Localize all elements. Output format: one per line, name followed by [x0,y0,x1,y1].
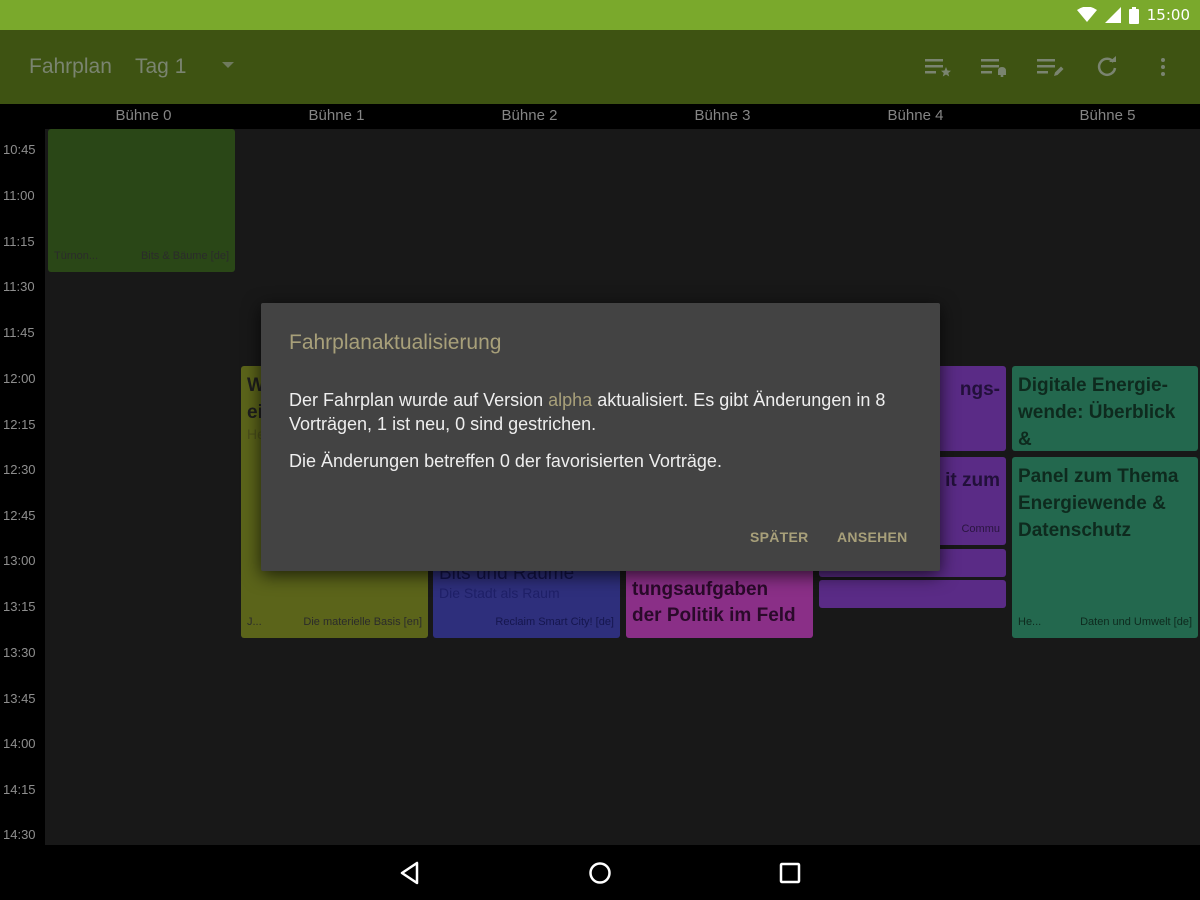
view-button[interactable]: ANSEHEN [837,529,908,545]
favorites-list-icon [925,59,951,77]
time-column: 10:45 11:00 11:15 11:30 11:45 12:00 12:1… [0,129,45,845]
event-subtitle: Die Stadt als Raum [439,585,560,601]
time-label: 12:00 [3,371,36,386]
update-dialog: Fahrplanaktualisierung Der Fahrplan wurd… [261,303,940,571]
stage-label: Bühne 2 [501,107,558,124]
time-label: 14:30 [3,827,36,842]
favorites-list-button[interactable] [924,54,954,80]
event-title: Digitale Energie- wende: Überblick & Ele… [1018,375,1176,450]
event-speaker: J... [247,616,262,628]
event-title: tungsaufgaben der Politik im Feld [632,579,796,626]
changes-list-button[interactable] [1036,54,1066,80]
time-label: 14:15 [3,782,36,797]
time-label: 13:00 [3,553,36,568]
event-track: Die materielle Basis [en] [303,616,422,628]
event-speaker: He... [1018,616,1042,628]
stage-label: Bühne 4 [887,107,944,124]
changes-list-icon [1037,59,1064,76]
navigation-bar [0,845,1200,900]
clock: 15:00 [1146,6,1190,24]
stage-label: Bühne 0 [115,107,172,124]
day-selector-label[interactable]: Tag 1 [135,55,186,79]
event-speaker: Türnon... [54,250,99,262]
stage-label: Bühne 1 [308,107,365,124]
signal-icon [1104,7,1121,23]
status-bar: 15:00 [0,0,1200,30]
event-card[interactable] [819,580,1006,608]
app-title: Fahrplan [29,55,112,78]
event-footer: J... Die materielle Basis [en] [247,616,422,628]
event-track: Reclaim Smart City! [de] [495,616,614,628]
dialog-message-part: Der Fahrplan wurde auf Version [289,390,549,410]
event-card[interactable]: Türnon... Bits & Bäume [de] [48,129,235,272]
time-label: 13:30 [3,645,36,660]
stage-label: Bühne 3 [694,107,751,124]
wifi-icon [1076,7,1097,22]
time-label: 10:45 [3,142,36,157]
time-label: 13:45 [3,691,36,706]
refresh-icon [1097,56,1117,77]
dropdown-arrow-icon[interactable] [222,62,234,69]
event-title: Panel zum Thema Energiewende & Datenschu… [1018,466,1179,541]
event-card[interactable]: Digitale Energie- wende: Überblick & Ele… [1012,366,1198,451]
overflow-menu-button[interactable] [1148,54,1178,80]
time-label: 11:15 [3,234,35,249]
event-track: Daten und Umwelt [de] [1080,616,1192,628]
stage-header: Bühne 0 Bühne 1 Bühne 2 Bühne 3 Bühne 4 … [0,104,1200,129]
time-label: 11:30 [3,279,35,294]
time-label: 14:00 [3,736,36,751]
recents-icon[interactable] [776,859,804,887]
event-track: Commu [961,523,1000,535]
time-label: 11:00 [3,188,35,203]
later-button[interactable]: SPÄTER [750,529,809,545]
time-label: 11:45 [3,325,35,340]
event-footer: Türnon... Bits & Bäume [de] [54,250,229,262]
event-footer: He... Daten und Umwelt [de] [1018,616,1192,628]
dialog-favorites-message: Die Änderungen betreffen 0 der favorisie… [289,451,722,471]
alarms-list-button[interactable] [980,54,1010,80]
time-label: 13:15 [3,599,36,614]
dialog-title: Fahrplanaktualisierung [289,331,502,354]
time-label: 12:30 [3,462,36,477]
back-icon[interactable] [397,859,425,887]
time-label: 12:45 [3,508,36,523]
app-toolbar: Fahrplan Tag 1 [0,30,1200,104]
status-icons: 15:00 [1076,5,1190,25]
event-footer: Reclaim Smart City! [de] [439,616,614,628]
overflow-menu-icon [1161,58,1165,76]
time-label: 12:15 [3,417,36,432]
stage-label: Bühne 5 [1079,107,1136,124]
home-icon[interactable] [586,859,614,887]
refresh-button[interactable] [1092,54,1122,80]
event-track: Bits & Bäume [de] [140,250,229,262]
dialog-message: Der Fahrplan wurde auf Version alpha akt… [289,388,919,436]
version-name: alpha [548,390,593,410]
alarms-list-icon [981,59,1006,77]
event-card[interactable]: Panel zum Thema Energiewende & Datenschu… [1012,457,1198,638]
battery-icon [1128,6,1139,24]
toolbar-actions [924,54,1178,80]
